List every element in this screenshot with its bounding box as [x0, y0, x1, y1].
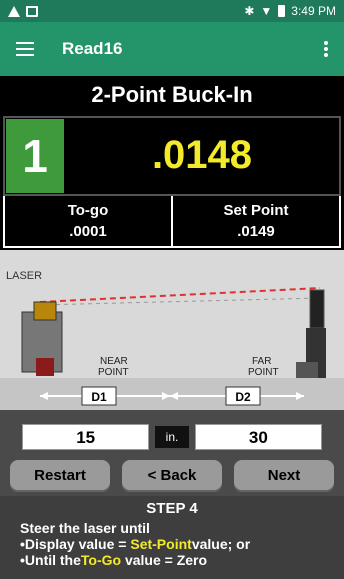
far-point-base-icon	[296, 362, 318, 378]
app-bar: Read16	[0, 22, 344, 76]
laser-beam	[39, 287, 321, 303]
wifi-icon: ▼	[260, 4, 273, 18]
instruction-line-2-prefix: •Display value =	[20, 536, 131, 552]
status-bar: ✱ ▼ 3:49 PM	[0, 0, 344, 22]
instruction-line-1: Steer the laser until	[20, 520, 150, 536]
battery-icon	[278, 5, 286, 17]
step-title: STEP 4	[146, 500, 198, 517]
setpoint-label: Set Point	[223, 202, 289, 219]
diagram-graphics: NEAR POINT FAR POINT D1 D2	[21, 287, 326, 406]
menu-icon[interactable]	[16, 42, 34, 56]
info-panel: To-go .0001 Set Point .0149	[3, 196, 341, 248]
instruction-line-3-prefix: •Until the	[20, 552, 81, 568]
warning-icon	[8, 5, 20, 17]
restart-button[interactable]: Restart	[10, 460, 110, 492]
d2-label: D2	[235, 390, 251, 404]
next-button[interactable]: Next	[234, 460, 334, 492]
back-button[interactable]: < Back	[122, 460, 222, 492]
display-value: .0148	[151, 133, 253, 177]
near-point-base-icon	[36, 358, 54, 376]
setpoint-cell: Set Point .0149	[171, 196, 339, 246]
d1-label: D1	[91, 390, 107, 404]
instruction-line-3: •Until theTo-Go value = Zero	[20, 552, 340, 568]
overflow-menu-icon[interactable]	[324, 41, 328, 57]
far-point-label: FAR	[252, 356, 271, 367]
set-point-highlight: Set-Point	[130, 536, 192, 552]
instruction-line-2: •Display value = Set-Pointvalue; or	[20, 536, 340, 552]
navigation-buttons: Restart < Back Next	[0, 460, 344, 496]
status-time: 3:49 PM	[291, 4, 336, 18]
setpoint-value: .0149	[237, 223, 275, 240]
d1-left-arrow	[40, 392, 48, 400]
near-point-label: NEAR	[100, 356, 128, 367]
d2-left-arrow	[170, 392, 178, 400]
instructions: Steer the laser until •Display value = S…	[20, 520, 340, 568]
instruction-line-3-suffix: value = Zero	[121, 552, 208, 568]
to-go-highlight: To-Go	[80, 552, 122, 568]
togo-label: To-go	[67, 202, 109, 219]
image-notification-icon	[26, 5, 38, 17]
far-point-label-2: POINT	[248, 367, 279, 378]
d2-input[interactable]: 30	[194, 424, 323, 450]
distance-inputs: 15 in. 30	[0, 420, 344, 454]
bluetooth-icon: ✱	[244, 4, 255, 18]
unit-label: in.	[155, 426, 189, 448]
togo-value: .0001	[69, 223, 107, 240]
d1-right-arrow	[162, 392, 170, 400]
d2-right-arrow	[296, 392, 304, 400]
readout-panel: 1 .0148	[3, 116, 341, 196]
page-title: 2-Point Buck-In	[0, 76, 344, 114]
instruction-line-2-suffix: value; or	[191, 536, 251, 552]
near-point-label-2: POINT	[98, 367, 129, 378]
d1-input[interactable]: 15	[22, 424, 150, 450]
buck-in-diagram: LASER NEAR POINT FAR POINT D1 D2	[0, 250, 344, 430]
app-title: Read16	[62, 39, 123, 58]
laser-head-icon	[33, 301, 57, 321]
step-number-badge: 1	[6, 119, 64, 193]
togo-cell: To-go .0001	[5, 196, 171, 246]
far-target-icon	[309, 289, 325, 329]
